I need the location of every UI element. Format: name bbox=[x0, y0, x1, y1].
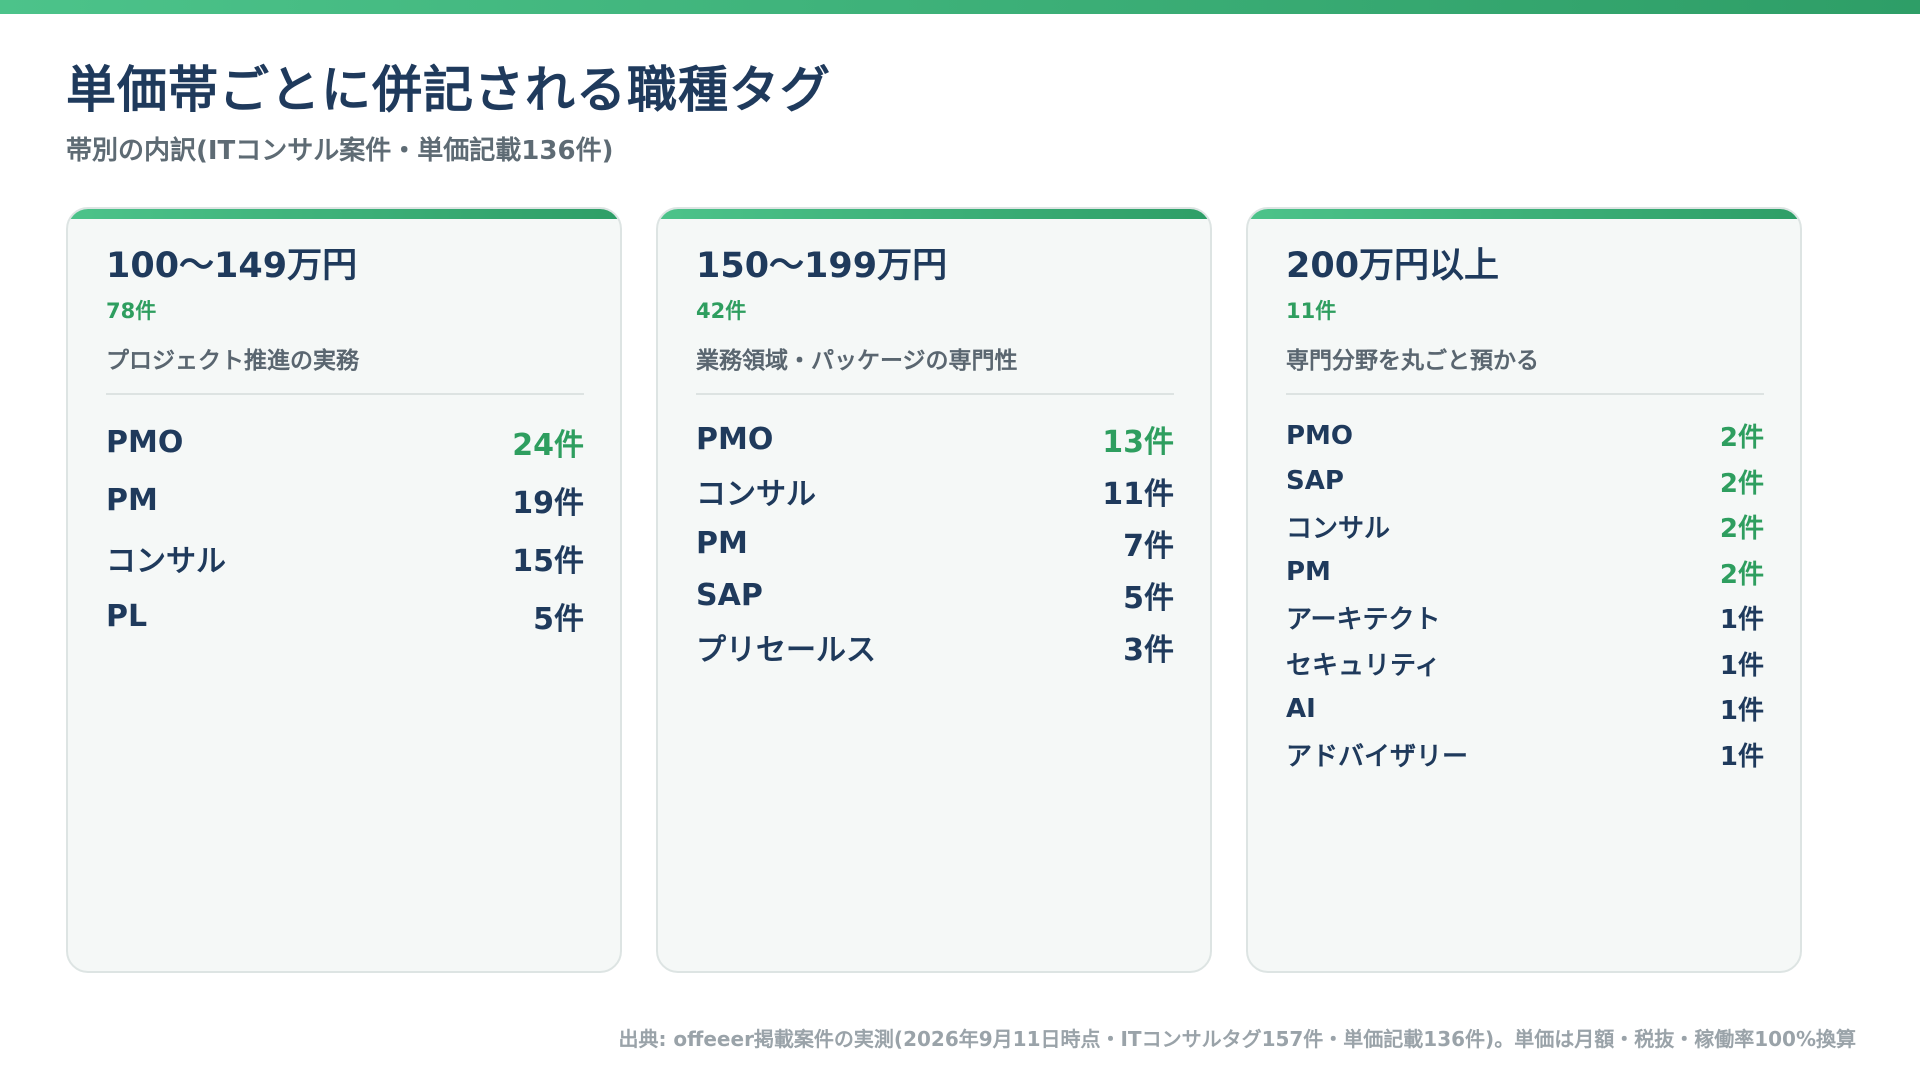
tag-label: PMO bbox=[1286, 420, 1354, 451]
tag-count: 2件 bbox=[1719, 514, 1764, 545]
band-card-100-149: 100〜149万円 78件 プロジェクト推進の実務 PMO 24件 PM 19件… bbox=[66, 207, 622, 973]
tag-label: コンサル bbox=[1286, 514, 1391, 545]
tag-count: 3件 bbox=[1123, 633, 1174, 668]
tag-count: 2件 bbox=[1719, 423, 1764, 454]
tag-label: コンサル bbox=[106, 544, 226, 579]
band-count: 78件 bbox=[106, 299, 157, 323]
band-card-150-199: 150〜199万円 42件 業務領域・パッケージの専門性 PMO 13件 コンサ… bbox=[656, 207, 1212, 973]
tag-count: 7件 bbox=[1123, 529, 1174, 564]
card-content: 150〜199万円 42件 業務領域・パッケージの専門性 PMO 13件 コンサ… bbox=[696, 245, 1174, 673]
tag-label: プリセールス bbox=[696, 633, 876, 668]
source-note: 出典: offeeer掲載案件の実測(2026年9月11日時点・ITコンサルタグ… bbox=[618, 1027, 1856, 1051]
card-accent-bar bbox=[68, 209, 620, 219]
tag-label: PM bbox=[696, 525, 748, 561]
tag-row: PM 19件 bbox=[106, 471, 584, 529]
tag-row: アーキテクト 1件 bbox=[1286, 595, 1764, 641]
tag-list: PMO 2件 SAP 2件 コンサル 2件 PM 2件 アーキテクト 1件 セキ… bbox=[1286, 413, 1764, 777]
band-count: 11件 bbox=[1286, 299, 1337, 323]
tag-count: 1件 bbox=[1719, 741, 1764, 772]
band-description: 専門分野を丸ごと預かる bbox=[1286, 341, 1764, 395]
tag-row: PMO 24件 bbox=[106, 413, 584, 471]
tag-row: SAP 5件 bbox=[696, 569, 1174, 621]
tag-row: AI 1件 bbox=[1286, 686, 1764, 732]
tag-count: 5件 bbox=[1123, 581, 1174, 616]
tag-count: 13件 bbox=[1102, 425, 1174, 460]
card-content: 100〜149万円 78件 プロジェクト推進の実務 PMO 24件 PM 19件… bbox=[106, 245, 584, 645]
band-name: 100〜149万円 bbox=[106, 246, 358, 286]
tag-label: コンサル bbox=[696, 477, 816, 512]
tag-row: プリセールス 3件 bbox=[696, 621, 1174, 673]
tag-row: セキュリティ 1件 bbox=[1286, 641, 1764, 687]
top-accent-bar bbox=[0, 0, 1920, 14]
tag-label: PM bbox=[1286, 557, 1331, 588]
tag-row: PL 5件 bbox=[106, 587, 584, 645]
tag-label: SAP bbox=[1286, 466, 1344, 497]
tag-count: 2件 bbox=[1719, 559, 1764, 590]
tag-label: PMO bbox=[696, 421, 774, 457]
tag-row: コンサル 2件 bbox=[1286, 504, 1764, 550]
tag-row: コンサル 11件 bbox=[696, 465, 1174, 517]
tag-count: 1件 bbox=[1719, 605, 1764, 636]
tag-count: 2件 bbox=[1719, 468, 1764, 499]
tag-row: アドバイザリー 1件 bbox=[1286, 732, 1764, 778]
tag-count: 15件 bbox=[512, 544, 584, 579]
tag-label: アドバイザリー bbox=[1286, 741, 1469, 772]
tag-count: 19件 bbox=[512, 486, 584, 521]
band-card-200-plus: 200万円以上 11件 専門分野を丸ごと預かる PMO 2件 SAP 2件 コン… bbox=[1246, 207, 1802, 973]
tag-label: PL bbox=[106, 598, 148, 634]
tag-count: 24件 bbox=[512, 428, 584, 463]
tag-row: PM 7件 bbox=[696, 517, 1174, 569]
tag-label: PMO bbox=[106, 424, 184, 460]
tag-label: PM bbox=[106, 482, 158, 518]
page-subtitle: 帯別の内訳(ITコンサル案件・単価記載136件) bbox=[66, 136, 614, 166]
tag-label: セキュリティ bbox=[1286, 650, 1441, 681]
page-title: 単価帯ごとに併記される職種タグ bbox=[66, 61, 831, 119]
band-description: 業務領域・パッケージの専門性 bbox=[696, 341, 1174, 395]
band-name: 150〜199万円 bbox=[696, 246, 948, 286]
card-content: 200万円以上 11件 専門分野を丸ごと預かる PMO 2件 SAP 2件 コン… bbox=[1286, 245, 1764, 777]
tag-list: PMO 24件 PM 19件 コンサル 15件 PL 5件 bbox=[106, 413, 584, 645]
tag-list: PMO 13件 コンサル 11件 PM 7件 SAP 5件 プリセールス 3件 bbox=[696, 413, 1174, 673]
tag-count: 1件 bbox=[1719, 696, 1764, 727]
tag-count: 5件 bbox=[533, 602, 584, 637]
card-accent-bar bbox=[1248, 209, 1800, 219]
tag-label: AI bbox=[1286, 693, 1316, 724]
tag-row: SAP 2件 bbox=[1286, 459, 1764, 505]
band-name: 200万円以上 bbox=[1286, 246, 1500, 286]
tag-row: PMO 13件 bbox=[696, 413, 1174, 465]
tag-row: PM 2件 bbox=[1286, 550, 1764, 596]
tag-label: アーキテクト bbox=[1286, 605, 1441, 636]
tag-count: 11件 bbox=[1102, 477, 1174, 512]
tag-row: PMO 2件 bbox=[1286, 413, 1764, 459]
card-accent-bar bbox=[658, 209, 1210, 219]
tag-row: コンサル 15件 bbox=[106, 529, 584, 587]
band-count: 42件 bbox=[696, 299, 747, 323]
tag-label: SAP bbox=[696, 577, 763, 613]
band-cards: 100〜149万円 78件 プロジェクト推進の実務 PMO 24件 PM 19件… bbox=[66, 207, 1804, 973]
tag-count: 1件 bbox=[1719, 650, 1764, 681]
band-description: プロジェクト推進の実務 bbox=[106, 341, 584, 395]
